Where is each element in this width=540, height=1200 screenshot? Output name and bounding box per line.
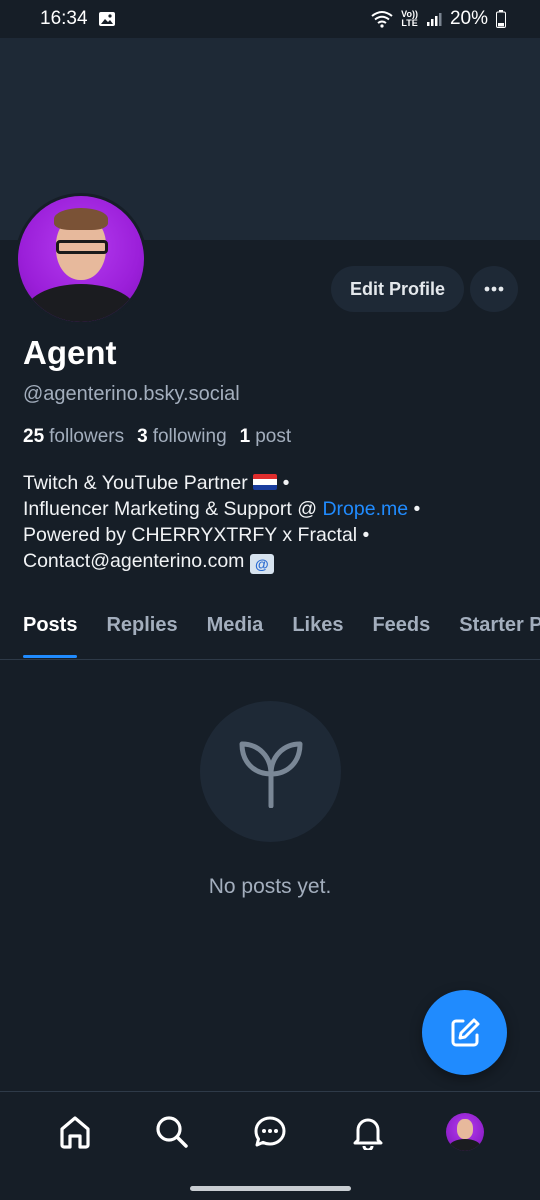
home-icon — [60, 1115, 90, 1149]
nav-profile[interactable] — [440, 1107, 490, 1157]
more-options-button[interactable] — [470, 266, 518, 312]
profile-avatar[interactable] — [15, 193, 147, 325]
battery-percent: 20% — [449, 8, 488, 29]
followers-count: 25 — [23, 426, 45, 447]
bio-line-2-suffix: • — [408, 498, 421, 520]
nav-avatar-face — [457, 1118, 474, 1139]
bio-line-2-prefix: Influencer Marketing & Support @ — [23, 498, 323, 520]
network-label: LTE — [401, 18, 418, 28]
following-count: 3 — [137, 426, 148, 447]
tab-likes[interactable]: Likes — [292, 598, 343, 659]
chat-icon — [254, 1116, 286, 1146]
search-icon — [156, 1115, 189, 1148]
posts-stat: 1 post — [240, 426, 292, 448]
ellipsis-icon — [484, 286, 504, 292]
tab-replies[interactable]: Replies — [106, 598, 177, 659]
bio-link[interactable]: Drope.me — [322, 498, 408, 520]
signal-icon — [426, 13, 442, 26]
posts-count: 1 — [239, 426, 251, 447]
bio-line-2: Influencer Marketing & Support @ Drope.m… — [23, 496, 513, 522]
avatar-shirt — [24, 284, 138, 322]
nav-chat[interactable] — [245, 1107, 295, 1157]
tab-media[interactable]: Media — [207, 598, 264, 659]
edit-profile-button[interactable]: Edit Profile — [331, 266, 464, 312]
compose-post-button[interactable] — [422, 990, 507, 1075]
gallery-notification-icon — [98, 12, 115, 26]
avatar-image — [18, 196, 144, 322]
bell-icon — [353, 1118, 383, 1150]
status-bar: 16:34 Vo)) LTE 20% — [0, 0, 540, 38]
profile-bio: Twitch & YouTube Partner • Influencer Ma… — [23, 470, 513, 574]
empty-state-text: No posts yet. — [208, 875, 332, 898]
volte-indicator: Vo)) LTE — [401, 10, 418, 28]
nav-notifications[interactable] — [343, 1107, 393, 1157]
bio-line-4-text[interactable]: Contact@agenterino.com — [23, 550, 250, 572]
home-indicator[interactable] — [190, 1186, 351, 1191]
bio-line-1-text: Twitch & YouTube Partner — [23, 472, 248, 494]
nav-profile-avatar — [446, 1112, 485, 1151]
wifi-icon — [371, 11, 393, 28]
croatia-flag-icon — [253, 474, 278, 490]
battery-icon — [496, 10, 506, 28]
bio-line-1-end: • — [277, 472, 290, 494]
tab-feeds[interactable]: Feeds — [372, 598, 430, 659]
profile-tabs: Posts Replies Media Likes Feeds Starter … — [0, 598, 540, 660]
avatar-glasses — [56, 240, 108, 254]
profile-stats: 25 followers 3 following 1 post — [23, 426, 291, 448]
bio-line-3: Powered by CHERRYXTRFY x Fractal • — [23, 524, 370, 546]
followers-stat[interactable]: 25 followers — [23, 426, 124, 448]
display-name: Agent — [23, 334, 117, 371]
compose-icon — [451, 1018, 479, 1046]
sprout-icon — [239, 741, 302, 808]
tab-posts[interactable]: Posts — [23, 598, 78, 659]
nav-search[interactable] — [147, 1107, 197, 1157]
avatar-hair — [54, 208, 108, 230]
nav-avatar-shirt — [449, 1138, 482, 1151]
following-label: following — [152, 426, 227, 447]
nav-home[interactable] — [50, 1107, 100, 1157]
tab-starter-packs[interactable]: Starter Packs — [459, 598, 540, 659]
bio-line-4: Contact@agenterino.com @ — [23, 548, 513, 574]
status-time: 16:34 — [40, 8, 88, 29]
email-emoji-icon: @ — [249, 554, 274, 574]
bio-line-1: Twitch & YouTube Partner • — [23, 470, 513, 496]
posts-label: post — [255, 426, 292, 447]
bottom-navigation — [0, 1091, 540, 1171]
profile-handle: @agenterino.bsky.social — [23, 383, 240, 405]
followers-label: followers — [49, 426, 125, 447]
following-stat[interactable]: 3 following — [137, 426, 227, 448]
empty-state-illustration — [200, 701, 341, 842]
